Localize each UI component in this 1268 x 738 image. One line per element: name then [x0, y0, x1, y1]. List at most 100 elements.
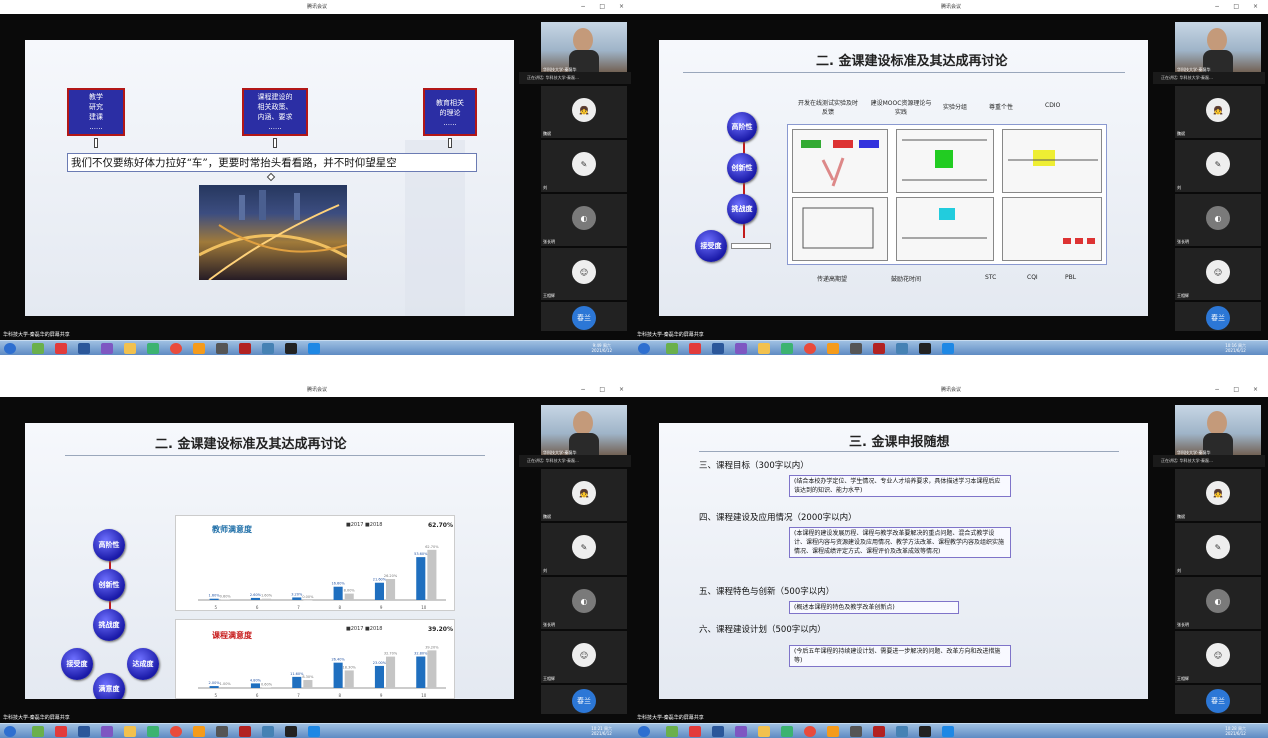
data-label: 32.70%: [384, 652, 398, 656]
app-icon[interactable]: [239, 726, 251, 737]
window-controls[interactable]: − □ ×: [580, 0, 630, 14]
app-icon[interactable]: [689, 726, 701, 737]
participant-tile[interactable]: 👧 魏斌: [541, 86, 627, 138]
presenter-video[interactable]: 华科技大学-秦磊华: [541, 22, 627, 74]
app-icon[interactable]: [919, 726, 931, 737]
window-controls[interactable]: − □ ×: [1214, 0, 1264, 14]
start-icon[interactable]: [4, 726, 16, 737]
taskbar: 10:21 周六 2021/6/12: [0, 723, 634, 738]
participant-tile[interactable]: 👧 魏斌: [1175, 86, 1261, 138]
participant-tile[interactable]: 👧 魏斌: [541, 469, 627, 521]
app-icon[interactable]: [55, 726, 67, 737]
app-icon[interactable]: [239, 343, 251, 354]
app-icon[interactable]: [216, 343, 228, 354]
app-icon[interactable]: [781, 726, 793, 737]
participant-tile[interactable]: ☺ 王相辉: [541, 248, 627, 300]
app-icon[interactable]: [32, 726, 44, 737]
section-note: (结合本校办学定位、学生情况、专业人才培养要求，具体描述学习本课程后应该达到的知…: [789, 475, 1011, 497]
participant-tile[interactable]: ☺ 王相辉: [1175, 631, 1261, 683]
chrome-icon[interactable]: [170, 726, 182, 737]
app-icon[interactable]: [101, 343, 113, 354]
participant-tile[interactable]: ◐ 张长明: [1175, 194, 1261, 246]
app-icon[interactable]: [147, 343, 159, 354]
folder-icon[interactable]: [124, 726, 136, 737]
participant-tile[interactable]: ✎ 刘: [1175, 140, 1261, 192]
app-icon[interactable]: [827, 343, 839, 354]
shared-slide: 三. 金课申报随想 三、课程目标（300字以内） (结合本校办学定位、学生情况、…: [659, 423, 1148, 699]
app-icon[interactable]: [735, 343, 747, 354]
chrome-icon[interactable]: [170, 343, 182, 354]
start-icon[interactable]: [638, 726, 650, 737]
section-note: (今后五年课程的持续建设计划、需要进一步解决的问题、改革方向和改进措施等): [789, 645, 1011, 667]
participant-tile[interactable]: ☺ 王相辉: [1175, 248, 1261, 300]
folder-icon[interactable]: [758, 343, 770, 354]
bar-2017-5: [209, 686, 219, 688]
system-clock: 10:21 周六 2021/6/12: [591, 726, 612, 736]
app-icon[interactable]: [147, 726, 159, 737]
avatar: ☺: [572, 260, 596, 284]
participant-tile[interactable]: 👧 魏斌: [1175, 469, 1261, 521]
word-icon[interactable]: [712, 726, 724, 737]
app-icon[interactable]: [285, 343, 297, 354]
meeting-window-4: 腾讯会议 − □ × 三. 金课申报随想 三、课程目标（300字以内） (结合本校…: [634, 383, 1268, 738]
app-icon[interactable]: [32, 343, 44, 354]
participant-tile[interactable]: ◐ 张长明: [541, 194, 627, 246]
section-heading: 五、课程特色与创新（500字以内）: [699, 587, 835, 597]
app-icon[interactable]: [827, 726, 839, 737]
app-icon[interactable]: [896, 726, 908, 737]
app-icon[interactable]: [216, 726, 228, 737]
app-icon[interactable]: [919, 343, 931, 354]
meeting-window-2: 腾讯会议 − □ × 二. 金课建设标准及其达成再讨论 高阶性 创新性 挑战度 接…: [634, 0, 1268, 355]
word-icon[interactable]: [712, 343, 724, 354]
app-icon[interactable]: [850, 726, 862, 737]
folder-icon[interactable]: [124, 343, 136, 354]
presenter-video[interactable]: 华科技大学-秦磊华: [541, 405, 627, 457]
chrome-icon[interactable]: [804, 726, 816, 737]
word-icon[interactable]: [78, 726, 90, 737]
taskbar: 10:16 周六 2021/6/12: [634, 340, 1268, 355]
app-icon[interactable]: [193, 726, 205, 737]
app-icon[interactable]: [873, 726, 885, 737]
meeting-icon[interactable]: [308, 726, 320, 737]
start-icon[interactable]: [4, 343, 16, 354]
meeting-icon[interactable]: [942, 343, 954, 354]
chrome-icon[interactable]: [804, 343, 816, 354]
app-icon[interactable]: [55, 343, 67, 354]
app-icon[interactable]: [735, 726, 747, 737]
participant-tile[interactable]: ✎ 刘: [541, 523, 627, 575]
app-icon[interactable]: [101, 726, 113, 737]
participant-tile[interactable]: ◐ 张长明: [541, 577, 627, 629]
meeting-icon[interactable]: [308, 343, 320, 354]
app-icon[interactable]: [262, 343, 274, 354]
participant-tile[interactable]: ✎ 刘: [541, 140, 627, 192]
participant-tile[interactable]: ◐ 张长明: [1175, 577, 1261, 629]
bar-2017-8: [333, 662, 343, 688]
window-controls[interactable]: − □ ×: [580, 383, 630, 397]
participant-tile[interactable]: ☺ 王相辉: [541, 631, 627, 683]
window-controls[interactable]: − □ ×: [1214, 383, 1264, 397]
participant-tile[interactable]: ✎ 刘: [1175, 523, 1261, 575]
title-bar: 腾讯会议 − □ ×: [634, 383, 1268, 397]
app-icon[interactable]: [781, 343, 793, 354]
app-icon[interactable]: [666, 343, 678, 354]
circuit-gallery: [787, 124, 1107, 265]
app-icon[interactable]: [666, 726, 678, 737]
participant-panel: 华科技大学-秦磊华 正在讲话: 华科技大学-秦磊... 👧 魏斌 ✎ 刘 ◐ 张长明 …: [519, 18, 631, 338]
word-icon[interactable]: [78, 343, 90, 354]
presenter-video[interactable]: 华科技大学-秦磊华: [1175, 22, 1261, 74]
folder-icon[interactable]: [758, 726, 770, 737]
start-icon[interactable]: [638, 343, 650, 354]
app-icon[interactable]: [285, 726, 297, 737]
arrow-up-icon: [273, 138, 277, 148]
avatar: 春兰: [1206, 306, 1230, 330]
app-icon[interactable]: [689, 343, 701, 354]
avatar: 春兰: [1206, 689, 1230, 713]
app-icon[interactable]: [850, 343, 862, 354]
app-icon[interactable]: [896, 343, 908, 354]
app-icon[interactable]: [873, 343, 885, 354]
meeting-icon[interactable]: [942, 726, 954, 737]
participant-panel: 华科技大学-秦磊华 正在讲话: 华科技大学-秦磊... 👧 魏斌 ✎ 刘 ◐ 张长明 …: [1153, 401, 1265, 721]
presenter-video[interactable]: 华科技大学-秦磊华: [1175, 405, 1261, 457]
app-icon[interactable]: [193, 343, 205, 354]
app-icon[interactable]: [262, 726, 274, 737]
